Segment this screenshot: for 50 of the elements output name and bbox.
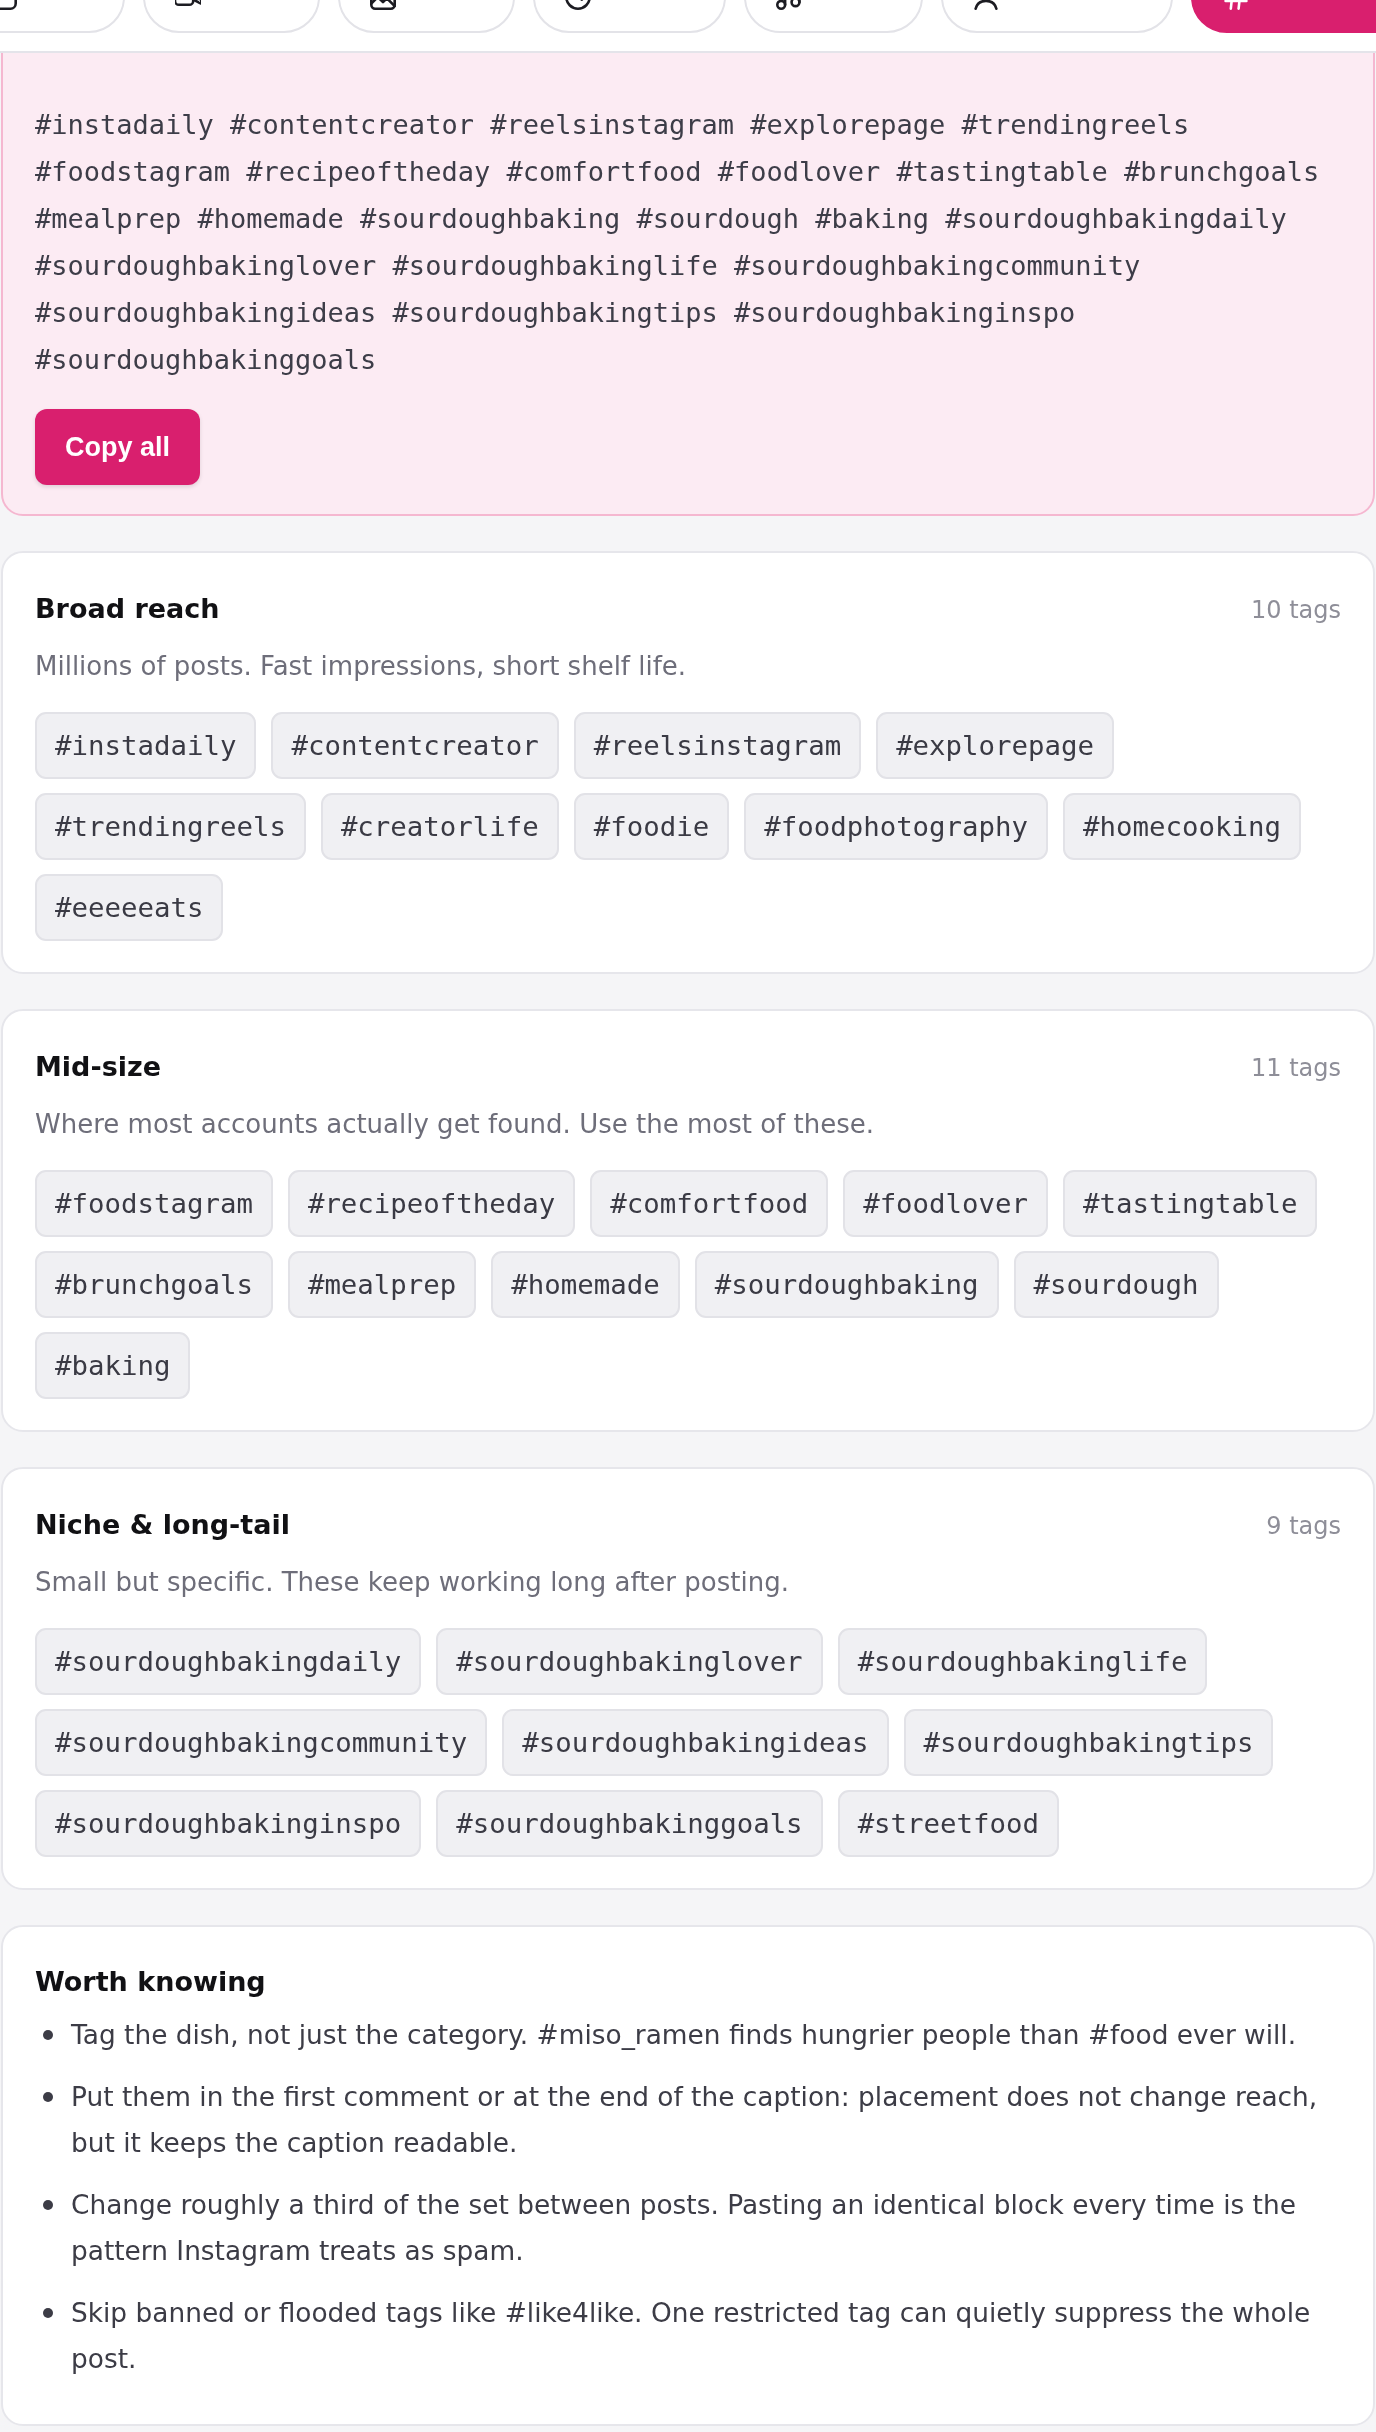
hashtag-chip[interactable]: #trendingreels <box>35 793 306 860</box>
bullet-icon <box>43 2308 53 2318</box>
hashtag-chip[interactable]: #homemade <box>491 1251 680 1318</box>
copy-all-button[interactable]: Copy all <box>35 409 201 485</box>
hashtag-chip[interactable]: #baking <box>35 1332 191 1399</box>
tag-count: 11 tags <box>1250 1053 1341 1084</box>
tip-text: Tag the dish, not just the category. #miso_ramen finds hungrier people than #food ever will. <box>71 2018 1297 2052</box>
tip-text: Skip banned or flooded tags like #like4like. One restricted tag can quietly suppress the whole post. <box>71 2296 1312 2376</box>
hashtag-chip[interactable]: #eeeeeats <box>35 874 224 941</box>
hashtag-chip[interactable]: #sourdoughbakinglover <box>436 1628 823 1695</box>
hashtag-chip[interactable]: #foodlover <box>843 1170 1049 1237</box>
hashtag-chip[interactable]: #foodphotography <box>744 793 1049 860</box>
bullet-icon <box>43 2092 53 2102</box>
tips-title: Worth knowing <box>35 1965 267 1999</box>
hashtag-chip[interactable]: #contentcreator <box>271 712 559 779</box>
hashtag-chip[interactable]: #sourdoughbakingdaily <box>35 1628 422 1695</box>
tag-count: 9 tags <box>1266 1511 1341 1542</box>
hashtag-chip[interactable]: #sourdoughbakingtips <box>903 1709 1274 1776</box>
hashtag-chip[interactable]: #sourdoughbakingcommunity <box>35 1709 488 1776</box>
hashtag-chip[interactable]: #recipeoftheday <box>287 1170 576 1237</box>
group-title: Niche & long-tail <box>35 1508 290 1542</box>
hashtag-chip[interactable]: #sourdoughbaking <box>694 1251 999 1318</box>
group-description: Millions of posts. Fast impressions, short shelf life. <box>35 650 688 683</box>
hashtag-chip[interactable]: #foodie <box>573 793 730 860</box>
group-title: Mid-size <box>35 1050 161 1084</box>
tip-text: Put them in the first comment or at the end of the caption: placement does not change reach, but it keeps the caption readable. <box>71 2080 1319 2160</box>
hashtag-chip[interactable]: #homecooking <box>1063 793 1301 860</box>
group-description: Where most accounts actually get found. Use the most of these. <box>35 1108 875 1141</box>
tag-count: 10 tags <box>1250 595 1341 626</box>
hashtag-chip[interactable]: #sourdoughbakinggoals <box>436 1790 823 1857</box>
hashtag-chip[interactable]: #sourdough <box>1013 1251 1219 1318</box>
hashtag-chip[interactable]: #sourdoughbakinglife <box>837 1628 1208 1695</box>
hashtag-chip[interactable]: #instadaily <box>35 712 257 779</box>
hashtag-chip[interactable]: #tastingtable <box>1063 1170 1318 1237</box>
bullet-icon <box>43 2200 53 2210</box>
hashtag-chip[interactable]: #creatorlife <box>320 793 559 860</box>
group-title: Broad reach <box>35 592 220 626</box>
hashtag-chip[interactable]: #reelsinstagram <box>573 712 862 779</box>
hashtag-list-text: #instadaily #contentcreator #reelsinstagram #explorepage #trendingreels #foodstagram #recipeoftheday #comfortfood #foodlover #tastingtable #brunchgoals #mealprep #homemade #sourdoughbaking #sourdough #baking #sourdoughbakingdaily #sourdoughbakinglover #sourdoughbakinglife #sourdoughbakingcommunity #sourdoughbakingideas #sourdoughbakingtips #sourdoughbakinginspo #sourdoughbakinggoals <box>35 108 1321 377</box>
hashtag-chip[interactable]: #sourdoughbakinginspo <box>35 1790 422 1857</box>
hashtag-chip[interactable]: #sourdoughbakingideas <box>502 1709 889 1776</box>
hashtag-chip[interactable]: #comfortfood <box>590 1170 829 1237</box>
hashtag-chip[interactable]: #streetfood <box>837 1790 1060 1857</box>
hashtag-chip[interactable]: #explorepage <box>876 712 1114 779</box>
group-description: Small but specific. These keep working long after posting. <box>35 1566 790 1599</box>
bullet-icon <box>43 2030 53 2040</box>
hashtag-chip[interactable]: #brunchgoals <box>35 1251 273 1318</box>
hashtag-chip[interactable]: #foodstagram <box>35 1170 273 1237</box>
tip-text: Change roughly a third of the set between posts. Pasting an identical block every time is the pattern Instagram treats as spam. <box>71 2188 1297 2268</box>
hashtag-chip[interactable]: #mealprep <box>287 1251 477 1318</box>
